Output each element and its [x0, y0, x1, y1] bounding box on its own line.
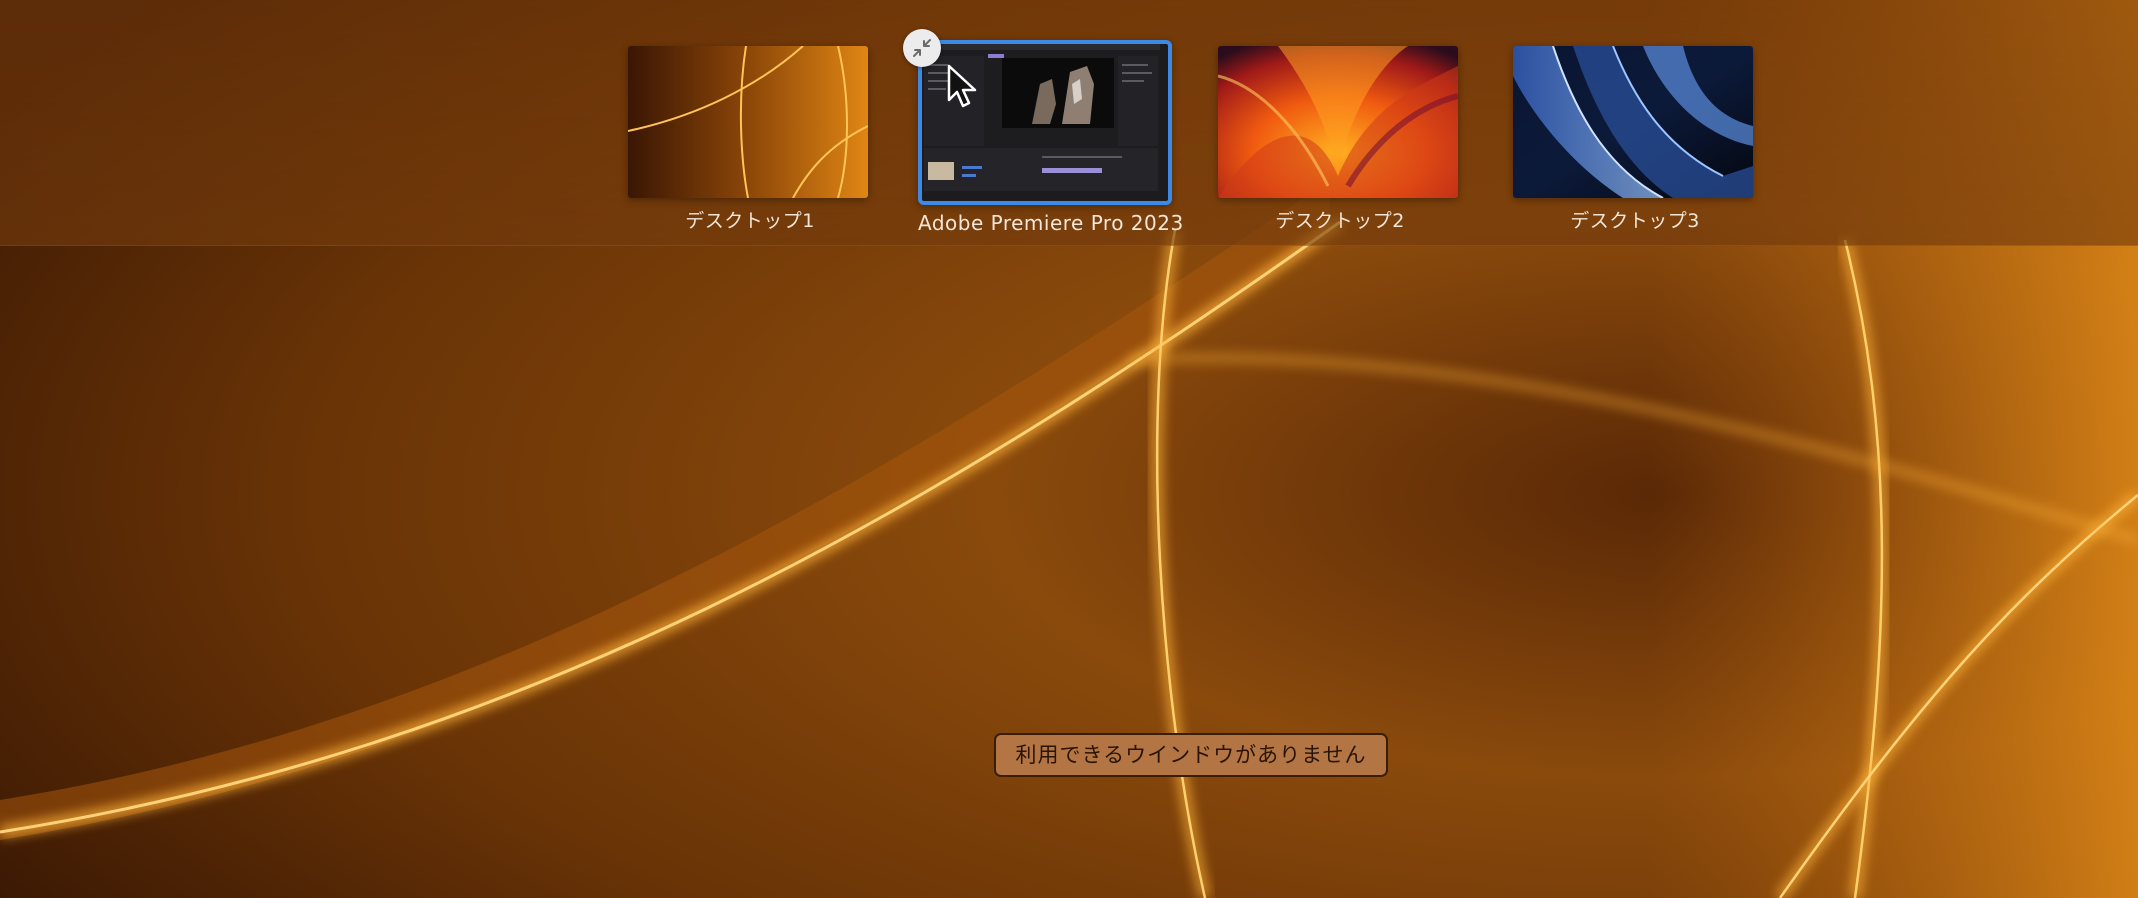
space-label: デスクトップ3 — [1570, 210, 1700, 232]
space-desktop-2[interactable]: デスクトップ2 — [1218, 46, 1462, 233]
wallpaper-thumbnail — [628, 46, 868, 198]
mission-control-screen: デスクトップ1 Adobe Premiere Pro 2023 デスクトップ2 … — [0, 0, 2138, 898]
no-windows-available-badge: 利用できるウインドウがありません — [994, 733, 1388, 777]
space-thumbnail[interactable] — [628, 46, 868, 198]
space-desktop-3[interactable]: デスクトップ3 — [1513, 46, 1757, 233]
wallpaper-thumbnail — [1513, 46, 1753, 198]
mouse-pointer-icon — [947, 64, 977, 108]
space-thumbnail[interactable] — [1218, 46, 1458, 198]
space-desktop-1[interactable]: デスクトップ1 — [628, 46, 872, 233]
space-thumbnail[interactable] — [1513, 46, 1753, 198]
exit-fullscreen-button[interactable] — [903, 29, 941, 67]
space-label: デスクトップ2 — [1275, 210, 1405, 232]
exit-fullscreen-icon — [913, 39, 931, 57]
wallpaper-thumbnail — [1218, 46, 1458, 198]
space-label: デスクトップ1 — [685, 210, 815, 232]
space-label: Adobe Premiere Pro 2023 — [918, 211, 1184, 235]
